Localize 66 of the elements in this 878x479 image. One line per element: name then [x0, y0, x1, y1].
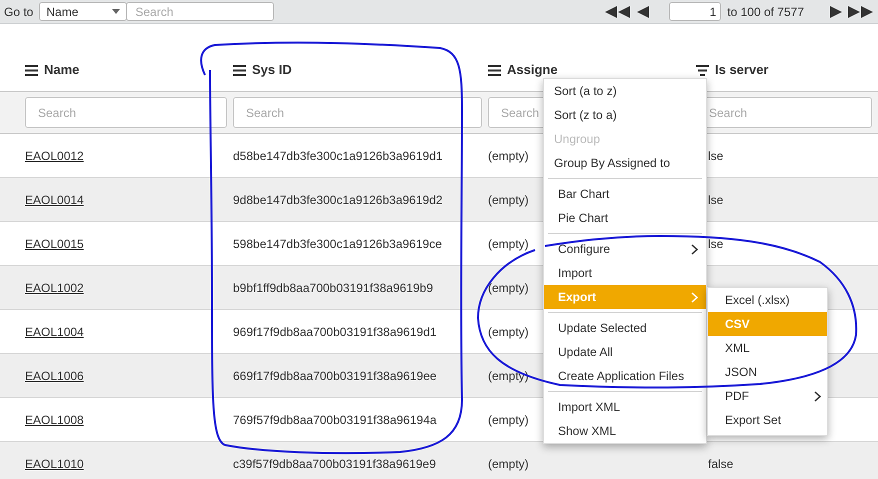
table-cell: (empty) — [488, 236, 529, 251]
menu-item[interactable]: Group By Assigned to — [540, 151, 710, 175]
page-range: to 100 of 7577 — [727, 4, 804, 20]
table-cell: 969f17f9db8aa700b03191f38a9619d1 — [233, 324, 437, 339]
menu-item[interactable]: PDF — [708, 384, 827, 408]
menu-item[interactable]: Import — [544, 261, 706, 285]
table-cell: c39f57f9db8aa700b03191f38a9619e9 — [233, 456, 436, 471]
column-header[interactable]: Name — [44, 63, 80, 77]
next-page-icon[interactable] — [830, 6, 842, 18]
record-link[interactable]: EAOL1010 — [25, 456, 84, 471]
menu-item[interactable]: Excel (.xlsx) — [708, 288, 827, 312]
filter-icon[interactable] — [696, 64, 709, 76]
table-cell: (empty) — [488, 456, 529, 471]
caret-icon — [112, 9, 120, 14]
menu-item[interactable]: JSON — [708, 360, 827, 384]
chevron-right-icon — [814, 390, 821, 402]
menu-item[interactable]: XML — [708, 336, 827, 360]
menu-item[interactable]: Export Set — [708, 408, 827, 432]
column-search-field[interactable]: Search — [25, 97, 227, 128]
column-search-field[interactable]: Search — [233, 97, 482, 128]
menu-item[interactable]: Update Selected — [544, 316, 706, 340]
table-cell: (empty) — [488, 280, 529, 295]
menu-item[interactable]: Configure — [544, 237, 706, 261]
menu-icon[interactable] — [233, 64, 246, 76]
chevron-right-icon — [691, 244, 698, 254]
record-link[interactable]: EAOL1008 — [25, 412, 84, 427]
last-page-icon[interactable] — [848, 6, 874, 18]
menu-item[interactable]: Bar Chart — [544, 182, 706, 206]
record-link[interactable]: EAOL0014 — [25, 192, 84, 207]
column-header[interactable]: Sys ID — [252, 63, 292, 77]
chevron-right-icon — [691, 292, 698, 302]
table-cell: lse — [708, 148, 724, 163]
record-link[interactable]: EAOL1004 — [25, 324, 84, 339]
menu-icon[interactable] — [488, 64, 501, 76]
menu-item[interactable]: Update All — [544, 340, 706, 364]
table-cell: lse — [708, 192, 724, 207]
menu-item[interactable]: Import XML — [544, 395, 706, 419]
page-number-field[interactable]: 1 — [669, 2, 722, 21]
table-cell: d58be147db3fe300c1a9126b3a9619d1 — [233, 148, 443, 163]
record-link[interactable]: EAOL1002 — [25, 280, 84, 295]
table-cell: false — [708, 456, 734, 471]
goto-label: Go to — [4, 4, 34, 20]
column-header[interactable]: Is server — [715, 63, 768, 77]
table-cell: 769f57f9db8aa700b03191f38a96194a — [233, 412, 437, 427]
first-page-icon[interactable] — [605, 6, 632, 18]
menu-item[interactable]: Show XML — [544, 419, 706, 443]
field-select[interactable]: Name — [39, 2, 128, 21]
table-cell: 669f17f9db8aa700b03191f38a9619ee — [233, 368, 437, 383]
menu-item[interactable]: Pie Chart — [544, 206, 706, 230]
search-field[interactable]: Search — [126, 2, 274, 21]
table-cell: lse — [708, 236, 724, 251]
table-cell: (empty) — [488, 148, 529, 163]
menu-item[interactable]: Create Application Files — [544, 364, 706, 388]
table-cell: (empty) — [488, 324, 529, 339]
record-link[interactable]: EAOL0012 — [25, 148, 84, 163]
table-cell: (empty) — [488, 368, 529, 383]
table-cell: b9bf1ff9db8aa700b03191f38a9619b9 — [233, 280, 433, 295]
table-cell: (empty) — [488, 412, 529, 427]
column-header[interactable]: Assigne — [507, 63, 558, 77]
table-cell: 9d8be147db3fe300c1a9126b3a9619d2 — [233, 192, 443, 207]
table-cell: 598be147db3fe300c1a9126b3a9619ce — [233, 236, 442, 251]
record-link[interactable]: EAOL0015 — [25, 236, 84, 251]
menu-icon[interactable] — [25, 64, 38, 76]
table-cell: (empty) — [488, 192, 529, 207]
record-link[interactable]: EAOL1006 — [25, 368, 84, 383]
previous-page-icon[interactable] — [637, 6, 650, 18]
